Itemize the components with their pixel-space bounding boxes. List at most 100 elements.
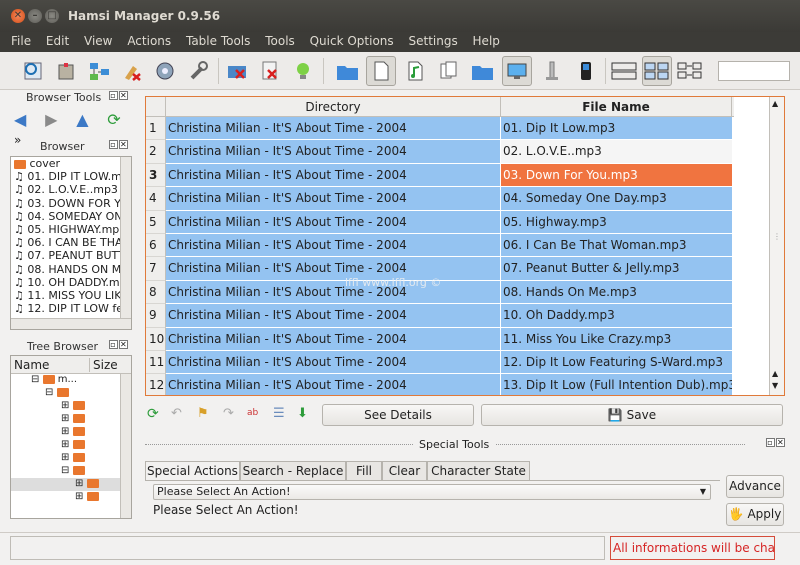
tree-root[interactable]: ⊟ m...: [11, 374, 131, 387]
tab-character-state[interactable]: Character State: [427, 461, 530, 480]
list-item[interactable]: ♫ 10. OH DADDY.m: [11, 276, 131, 289]
table-row[interactable]: 10 Christina Milian - It'S About Time - 2…: [146, 327, 734, 351]
table-row[interactable]: 12 Christina Milian - It'S About Time - 2…: [146, 374, 734, 395]
row-number[interactable]: 5: [146, 210, 166, 234]
redo-icon[interactable]: ↷: [223, 406, 234, 421]
apply-button[interactable]: 🖐 Apply: [726, 503, 784, 526]
list-item[interactable]: ♫ 01. DIP IT LOW.m: [11, 170, 131, 183]
copy-file-icon[interactable]: [434, 56, 464, 86]
refresh-icon[interactable]: ⟳: [147, 406, 159, 422]
list-item[interactable]: ♫ 06. I CAN BE THAT: [11, 236, 131, 249]
folder-icon[interactable]: [333, 56, 363, 86]
package-icon[interactable]: [51, 56, 81, 86]
tab-special-actions[interactable]: Special Actions: [145, 461, 240, 481]
advance-button[interactable]: Advance: [726, 475, 784, 498]
menu-settings[interactable]: Settings: [408, 32, 457, 48]
column-header-file-name[interactable]: File Name: [501, 97, 732, 117]
tree-vertical-scrollbar[interactable]: [120, 374, 131, 518]
tree-node[interactable]: ⊟: [11, 387, 131, 400]
directory-cell[interactable]: Christina Milian - It'S About Time - 200…: [166, 210, 501, 234]
table-row[interactable]: 1 Christina Milian - It'S About Time - 20…: [146, 117, 734, 141]
row-number[interactable]: 11: [146, 351, 166, 375]
list-item[interactable]: ♫ 08. HANDS ON M: [11, 263, 131, 276]
list-item[interactable]: ♫ 02. L.O.V.E..mp3: [11, 183, 131, 196]
column-header-directory[interactable]: Directory: [166, 97, 501, 117]
tab-fill[interactable]: Fill: [346, 461, 382, 480]
menu-actions[interactable]: Actions: [127, 32, 171, 48]
tree-browser-panel-buttons[interactable]: ▫ ✕: [108, 340, 128, 349]
row-number[interactable]: 9: [146, 304, 166, 328]
directory-cell[interactable]: Christina Milian - It'S About Time - 200…: [166, 327, 501, 351]
undo-icon[interactable]: ↶: [171, 406, 182, 421]
menu-view[interactable]: View: [84, 32, 112, 48]
menu-help[interactable]: Help: [473, 32, 500, 48]
see-details-button[interactable]: See Details: [322, 404, 474, 426]
row-number[interactable]: 3: [146, 163, 166, 188]
list-item[interactable]: cover: [11, 157, 131, 170]
scroll-up-arrow-icon[interactable]: ▲: [772, 369, 778, 378]
file-name-cell[interactable]: 11. Miss You Like Crazy.mp3: [501, 327, 732, 351]
menu-table-tools[interactable]: Table Tools: [186, 32, 250, 48]
more-icon[interactable]: »: [14, 133, 40, 147]
table-row[interactable]: 6 Christina Milian - It'S About Time - 20…: [146, 234, 734, 258]
tree-browser[interactable]: Name Size ⊟ m... ⊟ ⊞ ⊞ ⊞ ⊞ ⊞ ⊟ ⊞ ⊞: [10, 355, 132, 519]
cd-tower-icon[interactable]: [537, 56, 567, 86]
tree-header-size[interactable]: Size: [89, 358, 118, 372]
directory-cell[interactable]: Christina Milian - It'S About Time - 200…: [166, 257, 501, 281]
directory-cell[interactable]: Christina Milian - It'S About Time - 200…: [166, 234, 501, 258]
tree-node[interactable]: ⊞: [11, 426, 131, 439]
file-name-cell[interactable]: 03. Down For You.mp3: [501, 163, 732, 188]
swap-icon[interactable]: [675, 56, 705, 86]
row-number[interactable]: 6: [146, 234, 166, 258]
file-name-cell[interactable]: 06. I Can Be That Woman.mp3: [501, 234, 732, 258]
tree-node[interactable]: ⊞: [11, 400, 131, 413]
table-vertical-scrollbar[interactable]: ▲ ⋮ ▲ ▼: [769, 97, 784, 395]
delete-folder-icon[interactable]: [222, 56, 252, 86]
file-browser-list[interactable]: cover ♫ 01. DIP IT LOW.m ♫ 02. L.O.V.E..…: [10, 156, 132, 330]
row-number[interactable]: 2: [146, 140, 166, 164]
tree-node[interactable]: ⊞: [11, 413, 131, 426]
row-number[interactable]: 4: [146, 187, 166, 211]
text-tool-icon[interactable]: ab: [247, 408, 258, 418]
table-row[interactable]: 2 Christina Milian - It'S About Time - 20…: [146, 140, 734, 164]
scan-icon[interactable]: [18, 56, 48, 86]
scroll-up-arrow-icon[interactable]: ▲: [772, 99, 778, 108]
forward-arrow-icon[interactable]: ▶: [45, 110, 71, 129]
file-name-cell[interactable]: 08. Hands On Me.mp3: [501, 280, 732, 305]
minimize-window-button[interactable]: –: [28, 9, 42, 23]
download-icon[interactable]: ⬇: [297, 406, 308, 421]
browser-horizontal-scrollbar[interactable]: [11, 318, 131, 329]
refresh-icon[interactable]: ⟳: [107, 110, 133, 129]
tree-node[interactable]: ⊞: [11, 452, 131, 465]
close-window-button[interactable]: ✕: [11, 9, 25, 23]
menu-tools[interactable]: Tools: [265, 32, 295, 48]
table-row[interactable]: 9 Christina Milian - It'S About Time - 20…: [146, 304, 734, 328]
network-icon[interactable]: [84, 56, 114, 86]
file-name-cell[interactable]: 10. Oh Daddy.mp3: [501, 304, 732, 328]
directory-cell[interactable]: Christina Milian - It'S About Time - 200…: [166, 304, 501, 328]
file-icon[interactable]: [366, 56, 396, 86]
scroll-down-arrow-icon[interactable]: ▼: [772, 381, 778, 390]
table-row[interactable]: 5 Christina Milian - It'S About Time - 20…: [146, 210, 734, 234]
table-row[interactable]: 4 Christina Milian - It'S About Time - 20…: [146, 187, 734, 211]
action-select[interactable]: Please Select An Action! ▼: [153, 484, 711, 500]
directory-cell[interactable]: Christina Milian - It'S About Time - 200…: [166, 187, 501, 211]
table-row[interactable]: 11 Christina Milian - It'S About Time - 2…: [146, 351, 734, 375]
row-number[interactable]: 7: [146, 257, 166, 281]
directory-cell[interactable]: Christina Milian - It'S About Time - 200…: [166, 280, 501, 305]
tree-header-name[interactable]: Name: [14, 358, 49, 372]
tree-node[interactable]: ⊟: [11, 465, 131, 478]
file-name-cell[interactable]: 13. Dip It Low (Full Intention Dub).mp3: [501, 374, 732, 395]
directory-cell[interactable]: Christina Milian - It'S About Time - 200…: [166, 351, 501, 375]
tree-node[interactable]: ⊞: [11, 439, 131, 452]
list-item[interactable]: ♫ 05. HIGHWAY.mp: [11, 223, 131, 236]
file-name-cell[interactable]: 12. Dip It Low Featuring S-Ward.mp3: [501, 351, 732, 375]
clean-icon[interactable]: [117, 56, 147, 86]
row-number[interactable]: 10: [146, 327, 166, 351]
file-name-cell[interactable]: 02. L.O.V.E..mp3: [501, 140, 732, 164]
browser-vertical-scrollbar[interactable]: [120, 157, 131, 319]
row-number[interactable]: 1: [146, 117, 166, 141]
wrench-icon[interactable]: [183, 56, 213, 86]
monitor-icon[interactable]: [502, 56, 532, 86]
directory-cell[interactable]: Christina Milian - It'S About Time - 200…: [166, 117, 501, 141]
